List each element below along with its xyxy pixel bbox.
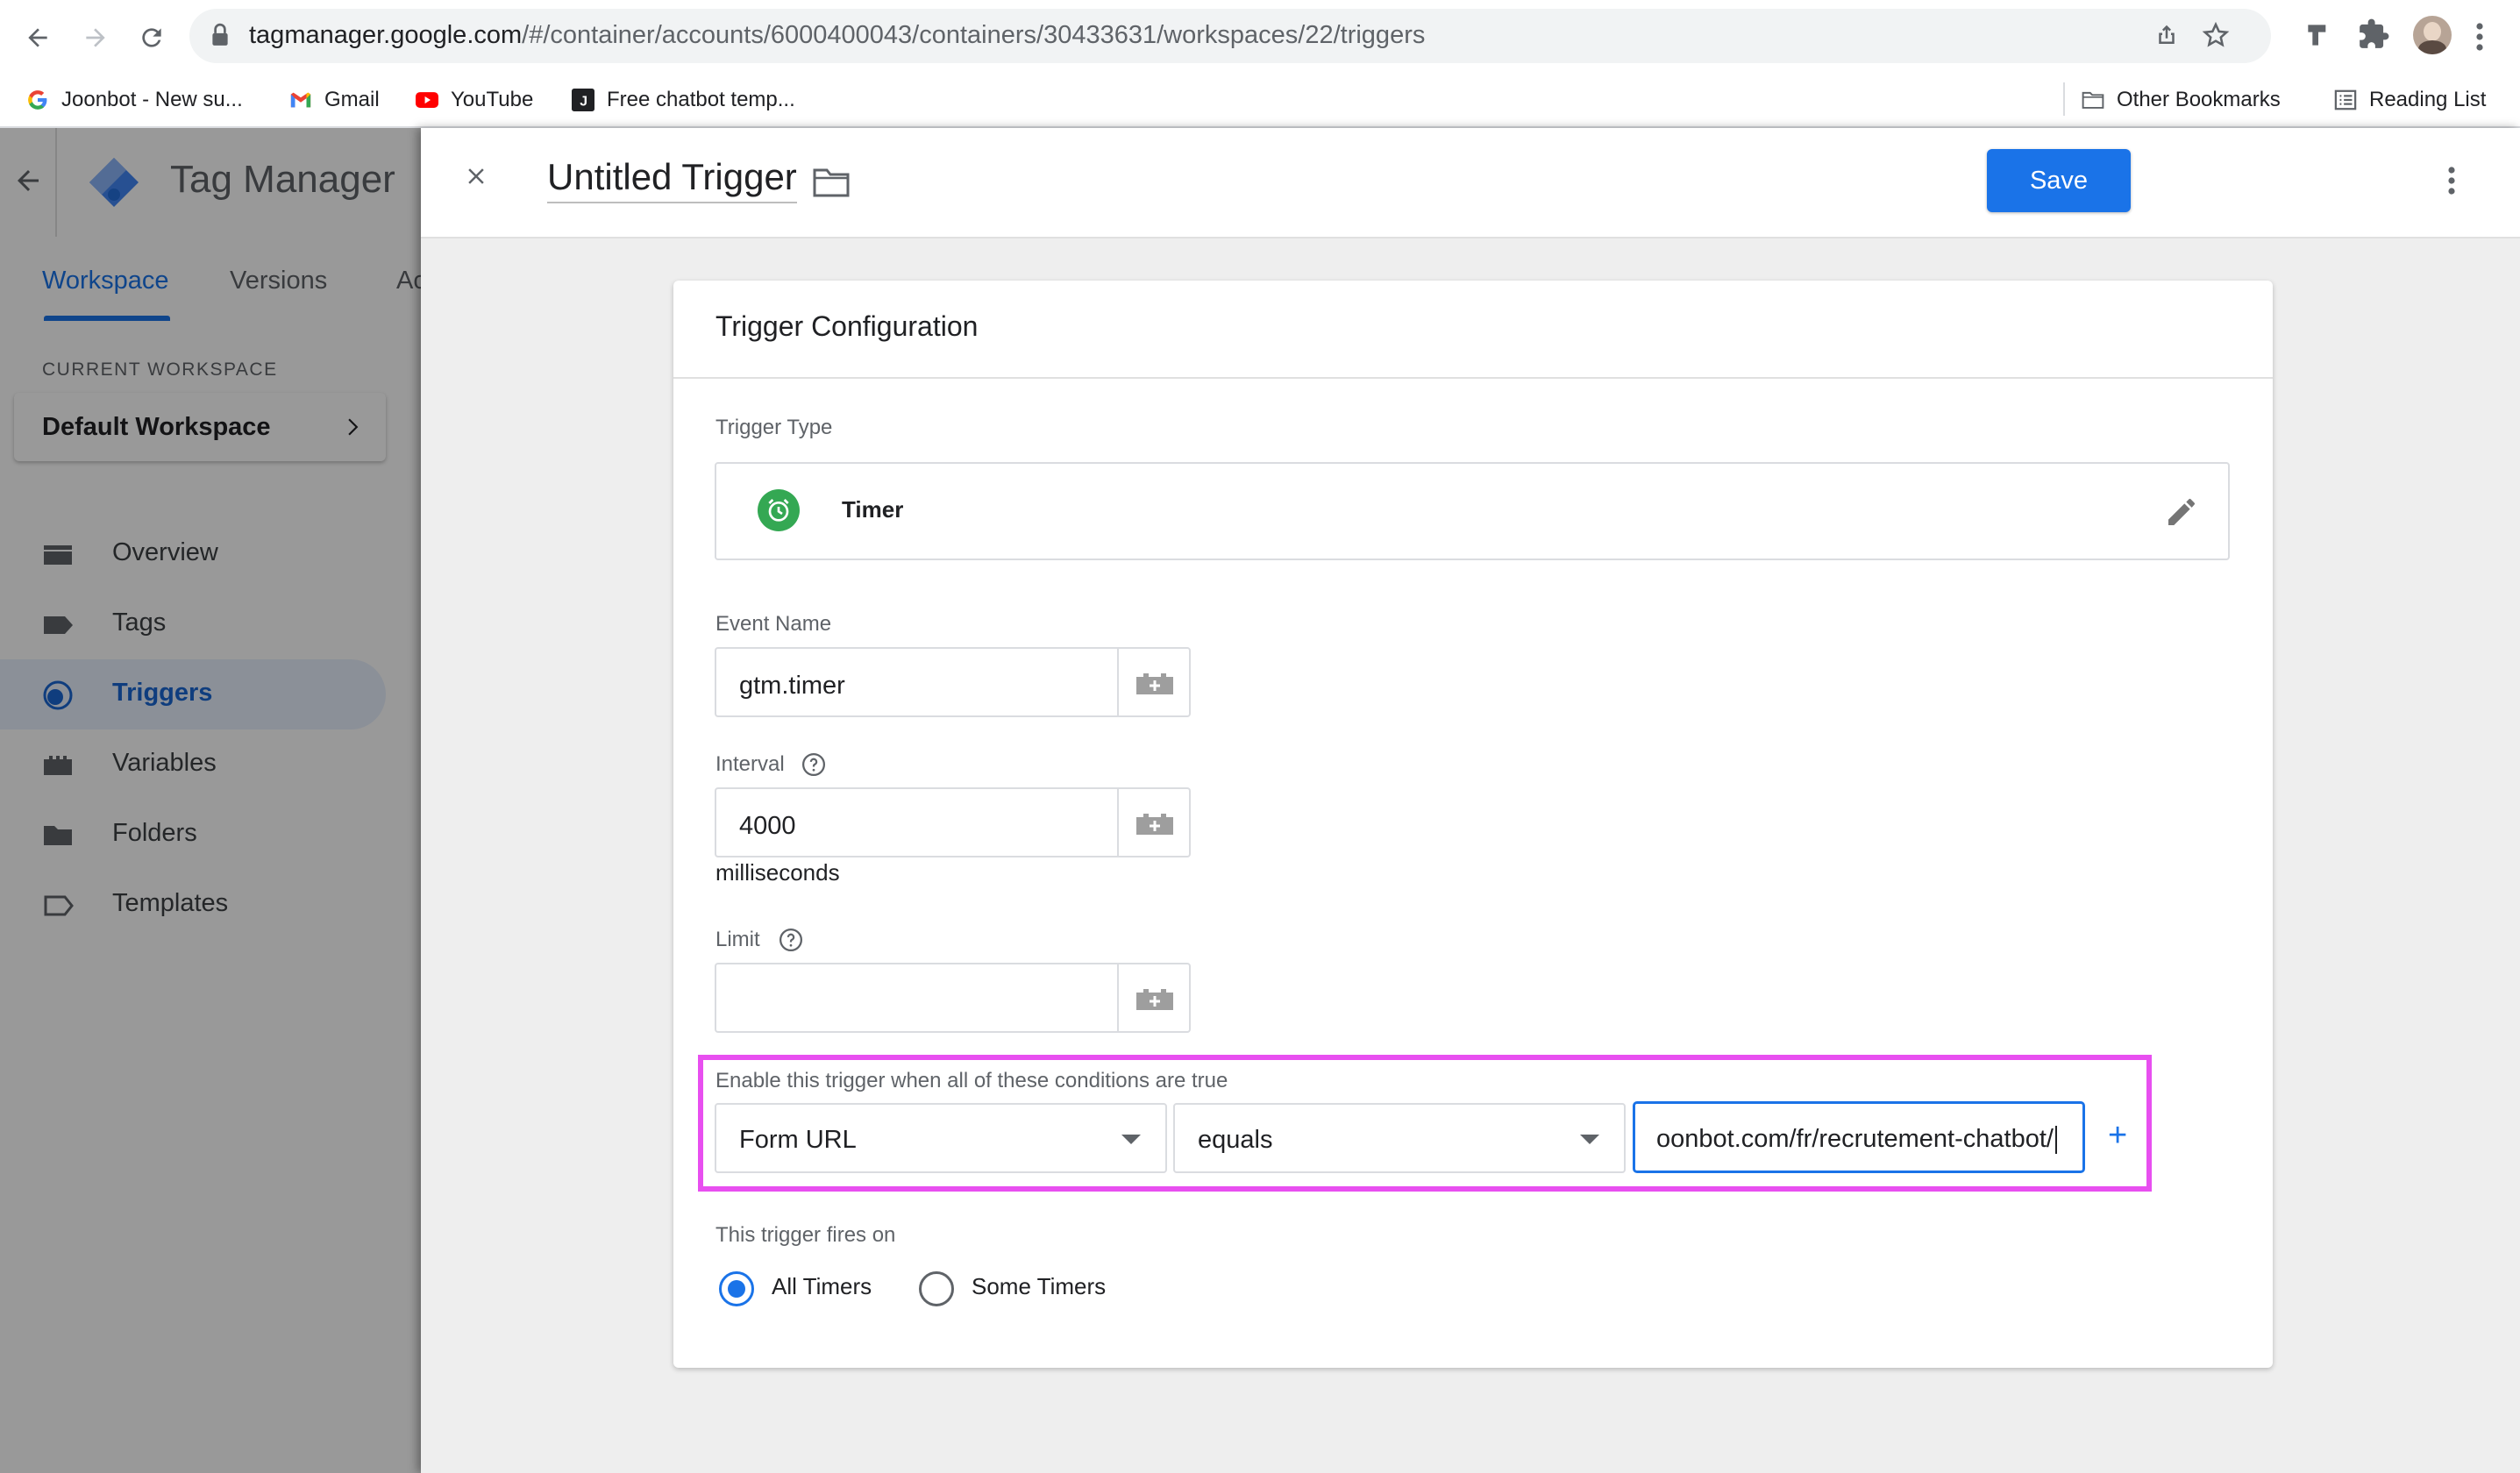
variable-brick-icon <box>1136 814 1173 835</box>
gmail-icon <box>289 89 312 111</box>
condition-variable-select[interactable]: Form URL <box>715 1103 1167 1173</box>
address-bar[interactable]: tagmanager.google.com/#/container/accoun… <box>189 9 2271 63</box>
conditions-label: Enable this trigger when all of these co… <box>715 1069 1228 1092</box>
reading-list[interactable]: Reading List <box>2334 84 2486 116</box>
trigger-type-name: Timer <box>842 496 904 523</box>
bookmark-label: YouTube <box>451 88 534 111</box>
bookmark-label: Joonbot - New su... <box>61 88 243 111</box>
url-text: tagmanager.google.com/#/container/accoun… <box>249 21 1426 49</box>
event-name-input[interactable]: gtm.timer <box>715 647 1118 717</box>
folder-icon[interactable] <box>812 167 851 198</box>
trigger-type-selector[interactable] <box>715 462 2230 560</box>
bookmarks-separator <box>2063 82 2065 116</box>
trigger-type-label: Trigger Type <box>715 416 833 439</box>
dropdown-arrow-icon <box>1580 1135 1599 1144</box>
bookmark-label: Gmail <box>324 88 380 111</box>
lock-icon[interactable] <box>210 23 230 47</box>
variable-brick-icon <box>1136 989 1173 1010</box>
browser-menu-icon[interactable] <box>2474 21 2485 53</box>
limit-input[interactable] <box>715 963 1118 1033</box>
limit-label: Limit <box>715 928 760 951</box>
extensions-puzzle-icon[interactable] <box>2357 18 2390 51</box>
card-divider <box>673 377 2273 379</box>
interval-input[interactable]: 4000 <box>715 787 1118 857</box>
back-arrow-icon[interactable] <box>16 16 60 60</box>
other-bookmarks[interactable]: Other Bookmarks <box>2082 84 2281 116</box>
bookmark-item[interactable]: Gmail <box>289 84 380 116</box>
reload-icon[interactable] <box>130 16 174 60</box>
add-condition-button[interactable]: + <box>2108 1119 2127 1152</box>
condition-operator-select[interactable]: equals <box>1173 1103 1626 1173</box>
card-title: Trigger Configuration <box>715 310 979 342</box>
more-options-icon[interactable] <box>2446 165 2457 196</box>
variable-picker-button[interactable] <box>1117 787 1191 857</box>
timer-icon <box>758 489 800 531</box>
radio-all-timers[interactable] <box>719 1271 754 1306</box>
bookmark-label: Free chatbot temp... <box>607 88 795 111</box>
interval-label: Interval <box>715 752 785 776</box>
radio-some-timers-label[interactable]: Some Timers <box>972 1273 1106 1300</box>
extension-arrow-icon[interactable] <box>2301 18 2336 53</box>
condition-operator-value: equals <box>1198 1126 1273 1154</box>
trigger-name-input[interactable]: Untitled Trigger <box>547 156 797 203</box>
bookmark-star-icon[interactable] <box>2201 20 2231 50</box>
save-button[interactable]: Save <box>1987 149 2131 212</box>
event-name-label: Event Name <box>715 612 832 636</box>
bookmark-item[interactable]: YouTube <box>416 84 533 116</box>
radio-some-timers[interactable] <box>919 1271 954 1306</box>
reading-list-icon <box>2334 89 2357 111</box>
variable-brick-icon <box>1136 673 1173 694</box>
interval-unit: milliseconds <box>715 859 840 886</box>
profile-avatar[interactable] <box>2413 16 2452 54</box>
youtube-icon <box>416 89 438 111</box>
browser-toolbar: tagmanager.google.com/#/container/accoun… <box>0 0 2520 74</box>
dropdown-arrow-icon <box>1121 1135 1141 1144</box>
text-cursor <box>2054 1126 2057 1155</box>
radio-all-timers-label[interactable]: All Timers <box>772 1273 872 1300</box>
condition-variable-value: Form URL <box>739 1126 857 1154</box>
reading-list-label: Reading List <box>2369 88 2487 111</box>
bookmark-item[interactable]: J Free chatbot temp... <box>572 84 795 116</box>
joonbot-j-icon: J <box>572 89 594 111</box>
help-circle-icon[interactable] <box>801 751 827 778</box>
folder-icon <box>2082 89 2104 111</box>
variable-picker-button[interactable] <box>1117 647 1191 717</box>
other-bookmarks-label: Other Bookmarks <box>2117 88 2281 111</box>
modal-scrim[interactable] <box>0 128 421 1473</box>
condition-value-text: oonbot.com/fr/recrutement-chatbot/ <box>1656 1125 2054 1153</box>
svg-text:J: J <box>580 95 587 110</box>
variable-picker-button[interactable] <box>1117 963 1191 1033</box>
share-icon[interactable] <box>2153 21 2180 49</box>
edit-pencil-icon[interactable] <box>2164 495 2199 530</box>
help-circle-icon[interactable] <box>778 927 804 953</box>
bookmark-item[interactable]: Joonbot - New su... <box>26 84 243 116</box>
fires-on-label: This trigger fires on <box>715 1223 896 1247</box>
close-icon[interactable] <box>463 163 489 189</box>
forward-arrow-icon[interactable] <box>74 16 117 60</box>
bookmarks-bar: Joonbot - New su... Gmail YouTube J Free… <box>0 74 2520 128</box>
google-g-icon <box>26 89 49 111</box>
condition-value-input[interactable]: oonbot.com/fr/recrutement-chatbot/ <box>1633 1101 2085 1173</box>
